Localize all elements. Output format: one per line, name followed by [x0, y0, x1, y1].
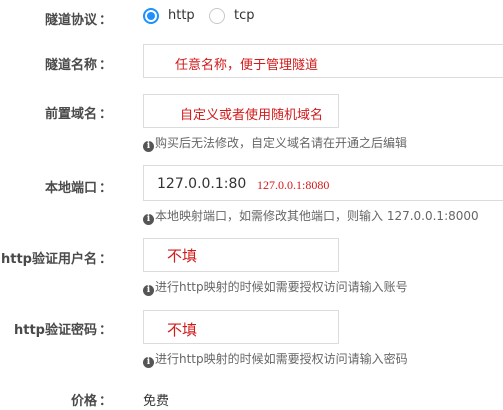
price-label: 价格： — [0, 390, 112, 409]
http-username-hint-text: 进行http映射的时候如需要授权访问请输入账号 — [155, 280, 408, 294]
http-username-hint: i 进行http映射的时候如需要授权访问请输入账号 — [143, 278, 408, 296]
tunnel-name-label-colon: ： — [98, 58, 112, 73]
radio-tcp-label[interactable]: tcp — [234, 8, 255, 24]
info-icon: i — [143, 285, 154, 296]
price-label-colon: ： — [98, 394, 112, 409]
tunnel-name-label-text: 隧道名称 — [44, 58, 97, 73]
local-port-value: 127.0.0.1:80 — [157, 176, 247, 192]
radio-http-label[interactable]: http — [168, 8, 195, 24]
http-password-hint: i 进行http映射的时候如需要授权访问请输入密码 — [143, 350, 408, 368]
local-port-label-colon: ： — [98, 181, 112, 196]
http-username-annotation: 不填 — [167, 249, 198, 265]
prefix-domain-label-colon: ： — [98, 107, 112, 122]
price-label-text: 价格 — [70, 394, 97, 409]
http-username-label-colon: ： — [98, 252, 112, 267]
radio-tcp[interactable] — [209, 8, 225, 24]
http-username-label-text: http验证用户名 — [0, 252, 97, 267]
protocol-label: 隧道协议： — [0, 9, 112, 28]
price-value: 免费 — [143, 394, 170, 409]
http-password-hint-text: 进行http映射的时候如需要授权访问请输入密码 — [155, 352, 408, 366]
prefix-domain-hint: i 购买后无法修改，自定义域名请在开通之后编辑 — [143, 134, 407, 152]
tunnel-form: 隧道协议： http tcp 隧道名称： 任意名称，便于管理隧道 前置域名： 自… — [0, 0, 503, 410]
local-port-hint: i 本地映射端口，如需修改其他端口，则输入 127.0.0.1:8000 — [143, 207, 479, 225]
local-port-label: 本地端口： — [0, 177, 112, 196]
local-port-hint-text: 本地映射端口，如需修改其他端口，则输入 127.0.0.1:8000 — [155, 209, 479, 223]
http-username-label: http验证用户名： — [0, 248, 112, 267]
http-password-annotation: 不填 — [167, 323, 198, 339]
tunnel-name-label: 隧道名称： — [0, 54, 112, 73]
prefix-domain-label-text: 前置域名 — [44, 107, 97, 122]
info-icon: i — [143, 357, 154, 368]
prefix-domain-hint-text: 购买后无法修改，自定义域名请在开通之后编辑 — [155, 136, 408, 150]
tunnel-name-annotation: 任意名称，便于管理隧道 — [175, 57, 319, 72]
http-password-label-colon: ： — [98, 323, 112, 338]
info-icon: i — [143, 141, 154, 152]
prefix-domain-label: 前置域名： — [0, 103, 112, 122]
local-port-annotation: 127.0.0.1:8080 — [257, 178, 330, 192]
http-password-label: http验证密码： — [0, 319, 112, 338]
info-icon: i — [143, 214, 154, 225]
protocol-label-text: 隧道协议 — [44, 13, 97, 28]
protocol-label-colon: ： — [98, 13, 112, 28]
http-password-label-text: http验证密码 — [13, 323, 97, 338]
local-port-label-text: 本地端口 — [44, 181, 97, 196]
radio-http[interactable] — [143, 8, 159, 24]
prefix-domain-annotation: 自定义或者使用随机域名 — [180, 107, 324, 122]
